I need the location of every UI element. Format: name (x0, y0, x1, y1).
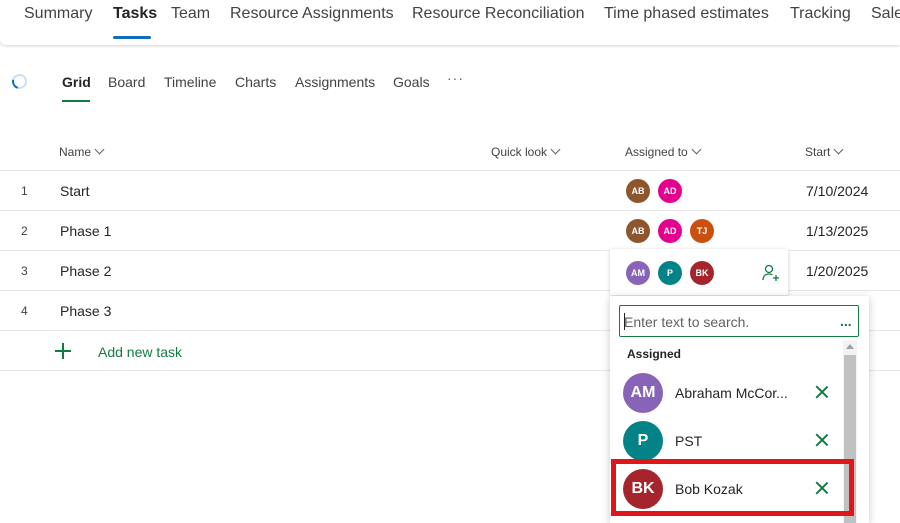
add-person-icon[interactable] (762, 264, 780, 282)
column-header-assigned-to[interactable]: Assigned to (625, 144, 702, 159)
scroll-up-arrow-icon[interactable] (846, 344, 854, 349)
column-label: Start (805, 145, 831, 159)
active-tab-indicator (113, 36, 151, 39)
remove-icon[interactable] (815, 385, 829, 399)
view-tab-grid[interactable]: Grid (62, 74, 91, 90)
list-item[interactable]: P PST (611, 417, 843, 465)
table-row[interactable]: 2 Phase 1 AB AD TJ 1/13/2025 (0, 211, 900, 251)
tab-tracking[interactable]: Tracking (790, 5, 851, 23)
tab-time-phased-estimates[interactable]: Time phased estimates (604, 5, 769, 23)
add-new-task-button[interactable]: Add new task (98, 344, 182, 360)
chevron-down-icon (833, 144, 844, 155)
loading-spinner-icon (9, 71, 30, 92)
avatar[interactable]: TJ (690, 219, 714, 243)
avatar[interactable]: P (658, 261, 682, 285)
tab-team[interactable]: Team (171, 5, 210, 23)
plus-icon[interactable] (55, 343, 71, 359)
view-tab-goals[interactable]: Goals (393, 74, 430, 90)
view-tab-assignments[interactable]: Assignments (295, 74, 375, 90)
avatar[interactable]: AB (626, 179, 650, 203)
chevron-down-icon (691, 144, 702, 155)
avatar[interactable]: AB (626, 219, 650, 243)
row-number: 3 (21, 264, 28, 278)
avatar: AM (623, 373, 663, 413)
task-name[interactable]: Phase 3 (60, 303, 111, 319)
row-number: 4 (21, 304, 28, 318)
grid-header: Name Quick look Assigned to Start (0, 131, 900, 171)
list-item[interactable]: AM Abraham McCor... (611, 369, 843, 417)
view-tab-charts[interactable]: Charts (235, 74, 276, 90)
person-name: PST (675, 433, 703, 449)
column-header-name[interactable]: Name (59, 144, 105, 159)
avatar[interactable]: AD (658, 179, 682, 203)
highlight-box (611, 459, 854, 516)
column-label: Quick look (491, 145, 548, 159)
row-number: 1 (21, 184, 28, 198)
tab-tasks[interactable]: Tasks (113, 5, 157, 23)
tab-summary[interactable]: Summary (24, 5, 92, 23)
column-label: Assigned to (625, 145, 688, 159)
tab-resource-assignments[interactable]: Resource Assignments (230, 5, 394, 23)
avatar[interactable]: AD (658, 219, 682, 243)
table-row[interactable]: 1 Start AB AD 7/10/2024 (0, 171, 900, 211)
more-options-icon[interactable]: ... (840, 313, 852, 329)
row-number: 2 (21, 224, 28, 238)
column-label: Name (59, 145, 92, 159)
chevron-down-icon (94, 144, 105, 155)
tab-resource-reconciliation[interactable]: Resource Reconciliation (412, 5, 585, 23)
search-box[interactable] (619, 305, 859, 337)
view-tab-board[interactable]: Board (108, 74, 145, 90)
start-date[interactable]: 1/13/2025 (806, 223, 868, 239)
person-name: Abraham McCor... (675, 385, 788, 401)
tab-sale[interactable]: Sale (871, 5, 900, 23)
search-input[interactable] (624, 312, 824, 332)
task-name[interactable]: Start (60, 183, 90, 199)
task-name[interactable]: Phase 2 (60, 263, 111, 279)
more-views-icon[interactable]: ··· (447, 70, 464, 86)
column-header-start[interactable]: Start (805, 144, 844, 159)
task-name[interactable]: Phase 1 (60, 223, 111, 239)
top-tab-bar: Summary Tasks Team Resource Assignments … (0, 0, 900, 45)
active-view-indicator (62, 100, 90, 102)
remove-icon[interactable] (815, 433, 829, 447)
start-date[interactable]: 7/10/2024 (806, 183, 868, 199)
avatar[interactable]: BK (690, 261, 714, 285)
start-date[interactable]: 1/20/2025 (806, 263, 868, 279)
view-tab-timeline[interactable]: Timeline (164, 74, 216, 90)
section-label-assigned: Assigned (627, 347, 682, 361)
chevron-down-icon (550, 144, 561, 155)
avatar[interactable]: AM (626, 261, 650, 285)
column-header-quick-look[interactable]: Quick look (491, 144, 561, 159)
avatar: P (623, 421, 663, 461)
text-caret (624, 313, 625, 330)
